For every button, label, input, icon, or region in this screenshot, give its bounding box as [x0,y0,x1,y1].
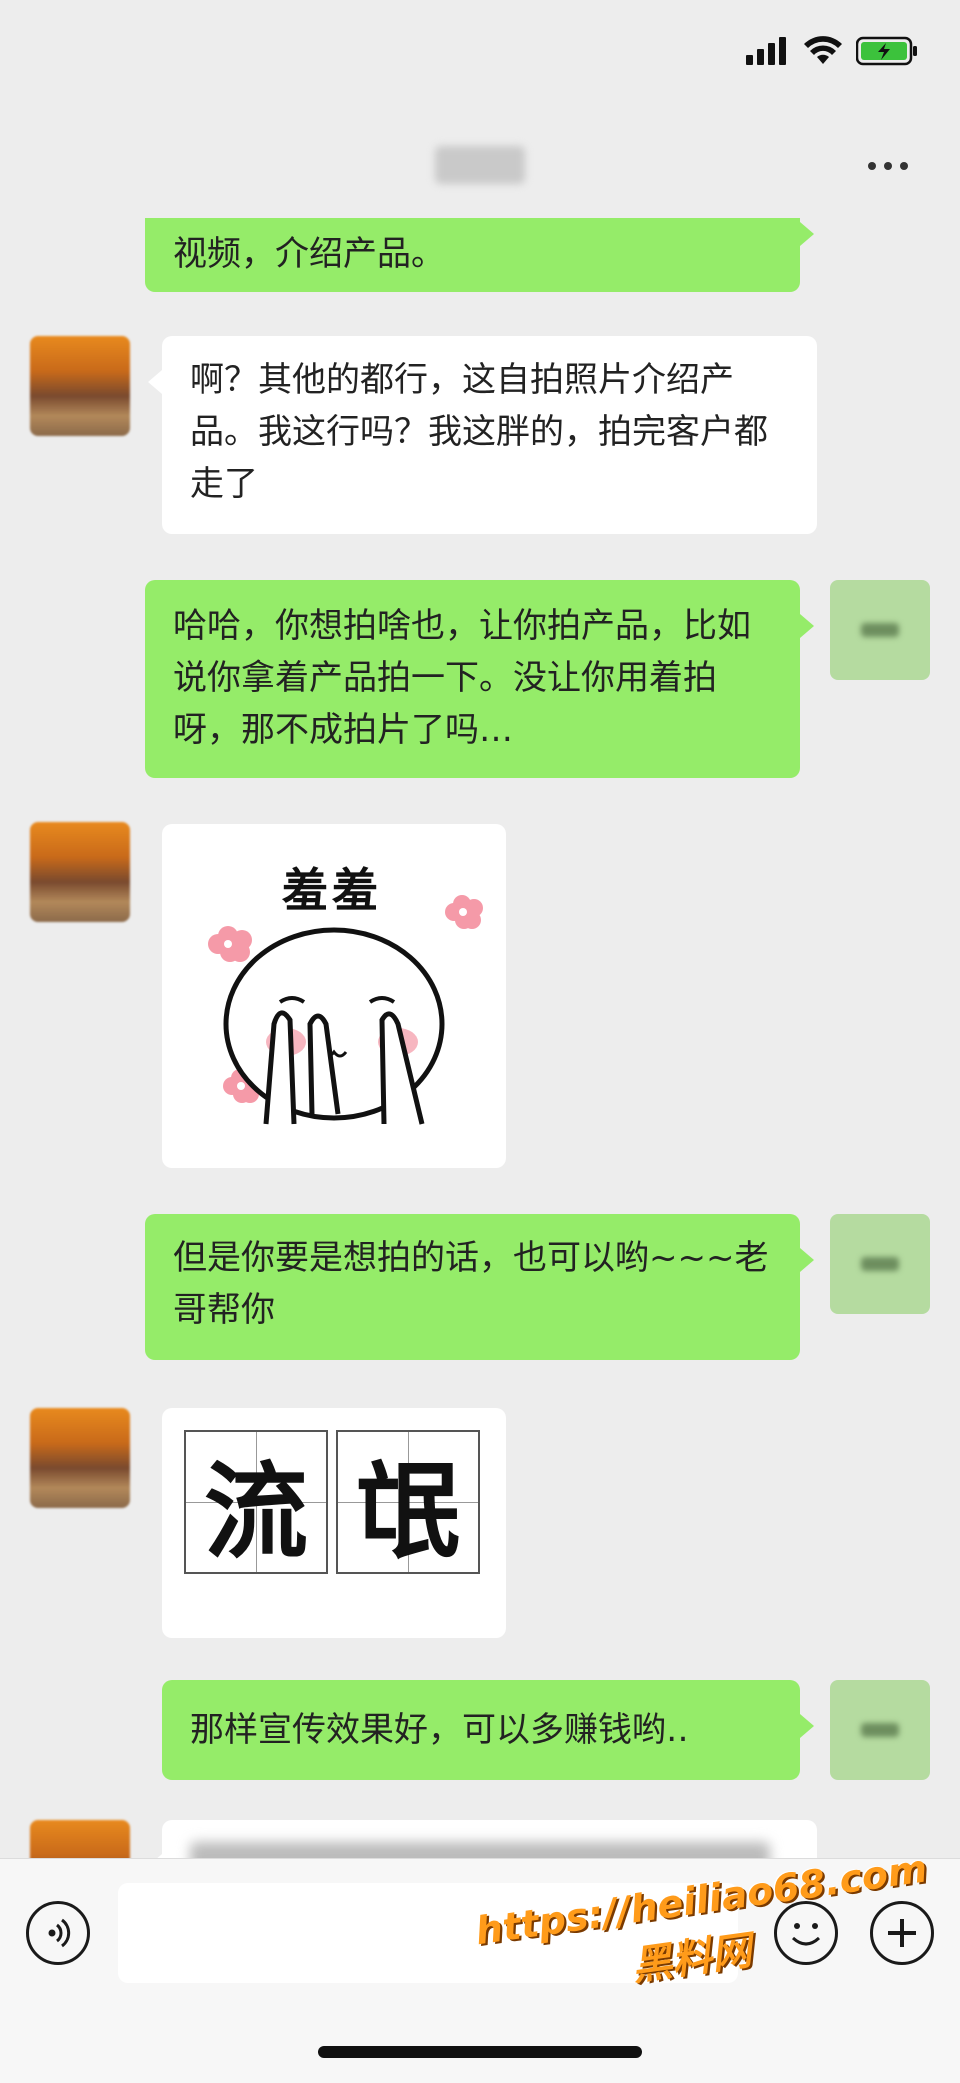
wifi-icon [804,36,842,64]
my-avatar[interactable] [830,580,930,680]
cellular-signal-icon [746,37,786,65]
message-bubble-outgoing[interactable]: 那样宣传效果好，可以多赚钱哟‥ [162,1680,814,1780]
sticker-char: 流 [184,1430,328,1574]
partial-text-blur [190,1842,770,1858]
chat-message-list[interactable]: 视频，介绍产品。 啊？其他的都行，这自拍照片介绍产品。我这行吗？我这胖的，拍完客… [0,218,960,1858]
status-bar [0,0,960,110]
contact-name-blurred [435,146,525,184]
my-avatar[interactable] [830,1680,930,1780]
message-text: 那样宣传效果好，可以多赚钱哟‥ [190,1710,689,1750]
contact-avatar[interactable] [30,822,130,922]
shy-face-sticker-image [208,895,483,1125]
sticker-char: 氓 [336,1430,480,1574]
message-text: 视频，介绍产品。 [173,234,445,274]
home-indicator[interactable] [318,2046,642,2058]
message-text: 啊？其他的都行，这自拍照片介绍产品。我这行吗？我这胖的，拍完客户都走了 [190,360,768,504]
message-bubble-outgoing[interactable]: 但是你要是想拍的话，也可以哟~~~老哥帮你 [145,1214,814,1360]
battery-charging-icon [856,36,917,66]
contact-avatar[interactable] [30,336,130,436]
more-options-button[interactable] [858,148,918,184]
chat-header [0,110,960,218]
contact-avatar[interactable] [30,1408,130,1508]
message-text: 但是你要是想拍的话，也可以哟~~~老哥帮你 [173,1238,769,1330]
status-icons [746,36,918,66]
my-avatar[interactable] [830,1214,930,1314]
more-dots-icon [868,162,876,170]
sticker-message-hooligan[interactable]: 流 氓 [162,1408,506,1638]
message-bubble-incoming-partial[interactable] [148,1820,817,1858]
voice-input-button[interactable] [26,1901,90,1965]
message-bubble-outgoing[interactable]: 哈哈，你想拍啥也，让你拍产品，比如说你拿着产品拍一下。没让你用着拍呀，那不成拍片… [145,580,814,778]
message-text: 哈哈，你想拍啥也，让你拍产品，比如说你拿着产品拍一下。没让你用着拍呀，那不成拍片… [173,606,751,750]
sticker-message-shy[interactable]: 羞羞 [162,824,506,1168]
more-dot [884,162,892,170]
more-dot [900,162,908,170]
contact-avatar[interactable] [30,1820,130,1858]
voice-icon [48,1918,71,1948]
message-bubble-incoming[interactable]: 啊？其他的都行，这自拍照片介绍产品。我这行吗？我这胖的，拍完客户都走了 [148,336,817,534]
message-bubble-outgoing[interactable]: 视频，介绍产品。 [145,218,814,292]
